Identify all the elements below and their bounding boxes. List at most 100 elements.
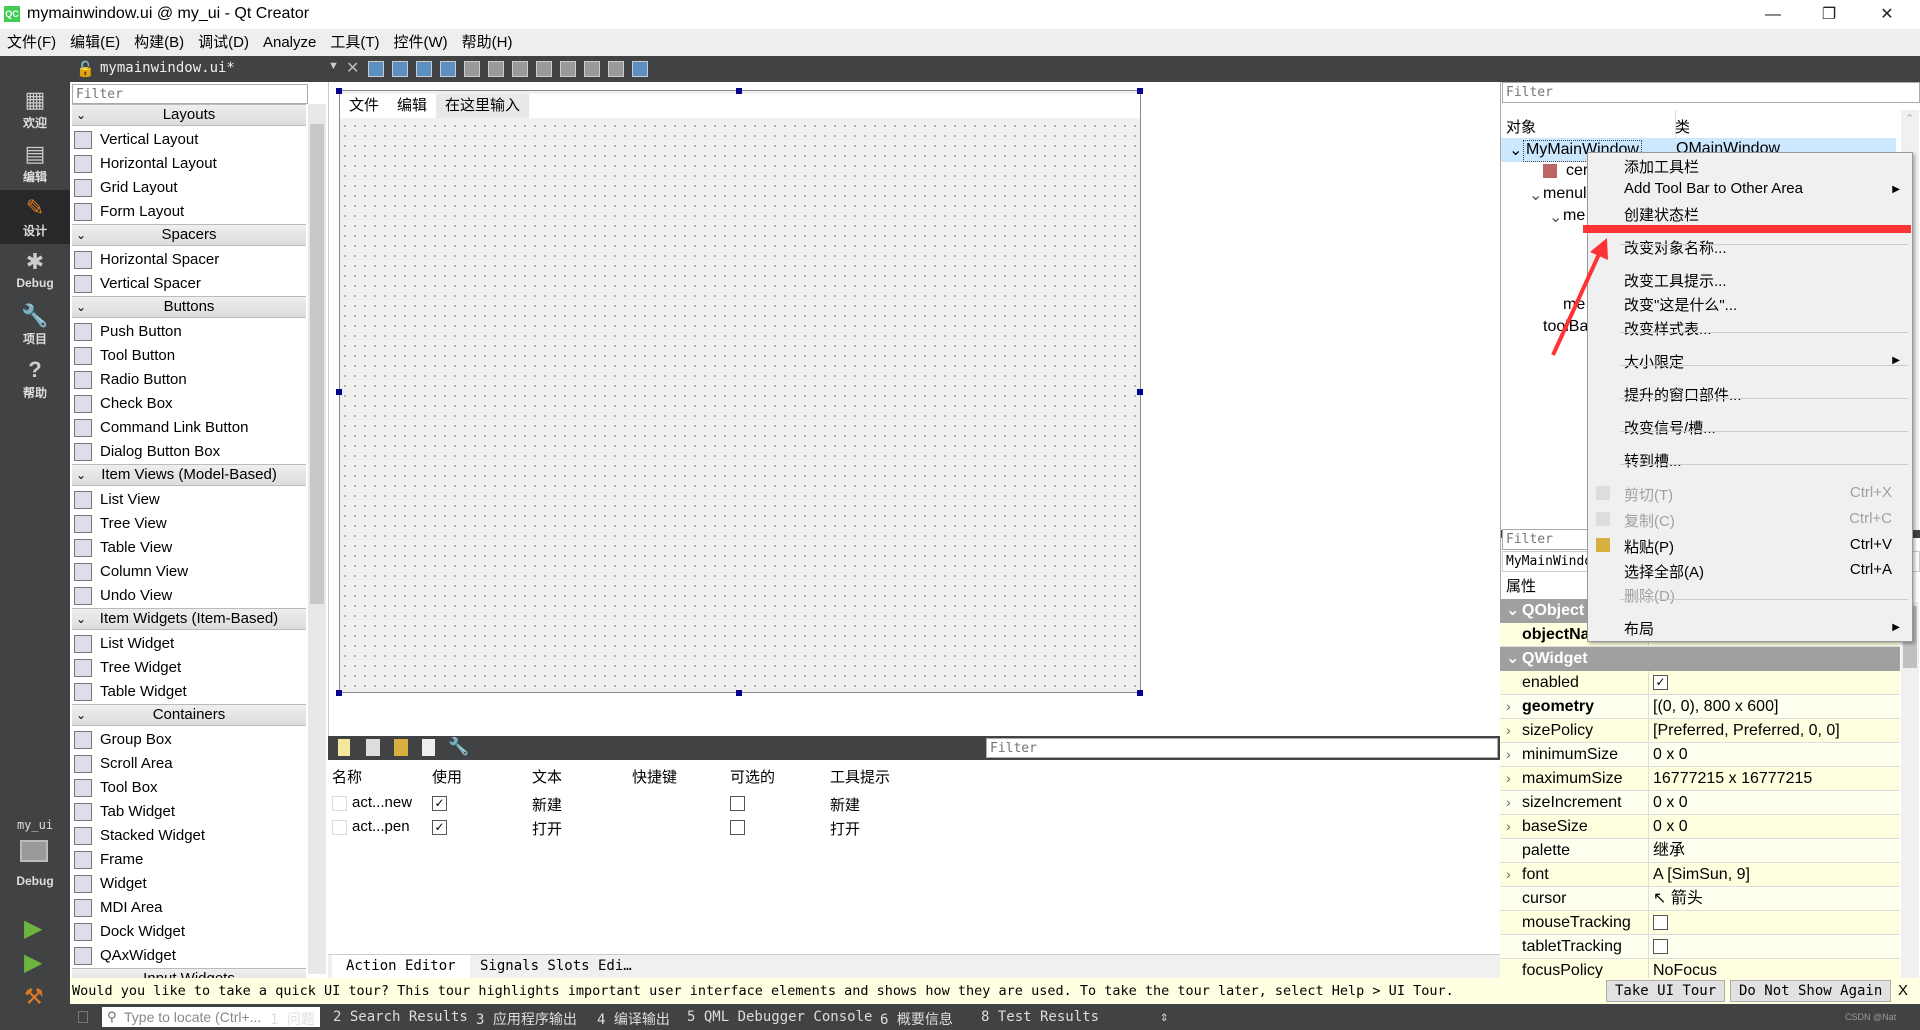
edit-buddies-icon[interactable] bbox=[416, 61, 432, 77]
output-pane-2[interactable]: 3 应用程序输出 bbox=[476, 1009, 577, 1029]
splitter-vertical-icon[interactable] bbox=[536, 61, 552, 77]
property-row[interactable]: › minimumSize 0 x 0 bbox=[1500, 743, 1900, 767]
layout-form-icon[interactable] bbox=[560, 61, 576, 77]
selection-handle[interactable] bbox=[1137, 690, 1143, 696]
property-row[interactable]: mouseTracking bbox=[1500, 911, 1900, 935]
widget-category[interactable]: ⌄ Buttons bbox=[72, 296, 306, 318]
menu-0[interactable]: 文件(F) bbox=[0, 29, 63, 56]
break-layout-icon[interactable] bbox=[608, 61, 624, 77]
menu-2[interactable]: 构建(B) bbox=[127, 29, 191, 56]
edit-widgets-icon[interactable] bbox=[368, 61, 384, 77]
property-row[interactable]: enabled ✓ bbox=[1500, 671, 1900, 695]
action-text[interactable]: 新建 bbox=[532, 794, 562, 815]
tree-chevron-icon[interactable]: ⌄ bbox=[1549, 207, 1562, 227]
output-pane-1[interactable]: 2 Search Results bbox=[333, 1009, 468, 1025]
checkable-checkbox[interactable] bbox=[730, 796, 745, 811]
widget-category[interactable]: ⌄ Spacers bbox=[72, 224, 306, 246]
property-value[interactable]: [Preferred, Preferred, 0, 0] bbox=[1653, 719, 1840, 742]
selection-handle[interactable] bbox=[336, 389, 342, 395]
debug-run-icon[interactable]: ▶ bbox=[24, 948, 42, 977]
widget-item[interactable]: Tool Box bbox=[74, 776, 158, 800]
property-row[interactable]: › font A [SimSun, 9] bbox=[1500, 863, 1900, 887]
widget-item[interactable]: List View bbox=[74, 488, 160, 512]
action-filter-input[interactable] bbox=[986, 738, 1498, 758]
widget-item[interactable]: Check Box bbox=[74, 392, 173, 416]
widget-item[interactable]: Tool Button bbox=[74, 344, 175, 368]
column-header[interactable]: 使用 bbox=[432, 766, 462, 787]
output-pane-6[interactable]: 8 Test Results bbox=[981, 1009, 1099, 1025]
context-menu-item[interactable]: 改变"这是什么"... bbox=[1624, 294, 1737, 315]
close-window-button[interactable]: ✕ bbox=[1864, 2, 1910, 28]
widget-item[interactable]: Dock Widget bbox=[74, 920, 185, 944]
delete-action-icon[interactable] bbox=[422, 739, 435, 756]
property-value[interactable]: 0 x 0 bbox=[1653, 743, 1688, 766]
widget-item[interactable]: Horizontal Layout bbox=[74, 152, 217, 176]
form-menu-type-here[interactable]: 在这里输入 bbox=[436, 94, 530, 118]
menu-3[interactable]: 调试(D) bbox=[191, 29, 256, 56]
property-value[interactable]: [(0, 0), 800 x 600] bbox=[1653, 695, 1778, 718]
splitter-horizontal-icon[interactable] bbox=[512, 61, 528, 77]
kit-project[interactable]: my_ui bbox=[0, 818, 70, 832]
widget-item[interactable]: Group Box bbox=[74, 728, 172, 752]
widget-item[interactable]: Radio Button bbox=[74, 368, 187, 392]
widget-item[interactable]: Table Widget bbox=[74, 680, 187, 704]
chevron-down-icon[interactable]: ▼ bbox=[328, 60, 339, 72]
object-filter-input[interactable] bbox=[1502, 82, 1920, 103]
close-document-icon[interactable]: ✕ bbox=[346, 58, 359, 78]
property-value[interactable]: 0 x 0 bbox=[1653, 791, 1688, 814]
close-tour-button[interactable]: X bbox=[1898, 982, 1908, 999]
restore-button[interactable]: ❐ bbox=[1806, 2, 1852, 28]
build-icon[interactable]: ⚒ bbox=[24, 984, 44, 1010]
widget-item[interactable]: Form Layout bbox=[74, 200, 184, 224]
property-value[interactable]: 16777215 x 16777215 bbox=[1653, 767, 1812, 790]
mode-4[interactable]: 🔧 项目 bbox=[0, 298, 70, 352]
take-ui-tour-button[interactable]: Take UI Tour bbox=[1606, 980, 1726, 1002]
widget-category[interactable]: ⌄ Layouts bbox=[72, 104, 306, 126]
property-row[interactable]: › sizeIncrement 0 x 0 bbox=[1500, 791, 1900, 815]
context-menu-item[interactable]: 转到槽... bbox=[1624, 450, 1682, 471]
menu-1[interactable]: 编辑(E) bbox=[63, 29, 127, 56]
context-menu-item[interactable]: 选择全部(A) bbox=[1624, 561, 1704, 582]
action-tooltip[interactable]: 打开 bbox=[830, 818, 860, 839]
menu-7[interactable]: 帮助(H) bbox=[455, 29, 520, 56]
widget-item[interactable]: Undo View bbox=[74, 584, 172, 608]
property-value[interactable]: 继承 bbox=[1653, 839, 1685, 862]
checkable-checkbox[interactable] bbox=[730, 820, 745, 835]
property-value[interactable]: A [SimSun, 9] bbox=[1653, 863, 1750, 886]
selection-handle[interactable] bbox=[736, 88, 742, 94]
property-group[interactable]: ⌄ QWidget bbox=[1500, 647, 1900, 671]
widget-item[interactable]: Tree Widget bbox=[74, 656, 181, 680]
context-menu-item[interactable]: 改变工具提示... bbox=[1624, 270, 1727, 291]
mode-1[interactable]: ▤ 编辑 bbox=[0, 136, 70, 190]
menu-4[interactable]: Analyze bbox=[256, 29, 323, 56]
chevron-right-icon[interactable]: › bbox=[1506, 815, 1511, 838]
pane-more-icon[interactable]: ⇕ bbox=[1160, 1009, 1168, 1025]
widget-item[interactable]: Widget bbox=[74, 872, 147, 896]
property-checkbox[interactable] bbox=[1653, 915, 1668, 930]
context-menu-item[interactable]: 创建状态栏 bbox=[1624, 204, 1699, 225]
widget-item[interactable]: Vertical Spacer bbox=[74, 272, 201, 296]
widget-filter-input[interactable] bbox=[72, 84, 308, 104]
action-tooltip[interactable]: 新建 bbox=[830, 794, 860, 815]
form-menu-file[interactable]: 文件 bbox=[340, 94, 388, 118]
tab-action-editor[interactable]: Action Editor bbox=[332, 955, 470, 979]
widget-item[interactable]: Table View bbox=[74, 536, 172, 560]
chevron-right-icon[interactable]: › bbox=[1506, 791, 1511, 814]
used-checkbox[interactable]: ✓ bbox=[432, 820, 447, 835]
context-menu-item[interactable]: 大小限定 bbox=[1624, 351, 1684, 372]
column-header[interactable]: 工具提示 bbox=[830, 766, 890, 787]
output-pane-5[interactable]: 6 概要信息 bbox=[880, 1009, 953, 1029]
selection-handle[interactable] bbox=[1137, 88, 1143, 94]
wrench-icon[interactable]: 🔧 bbox=[448, 737, 469, 757]
tab-signals-slots-editor[interactable]: Signals Slots Edi… bbox=[480, 958, 632, 974]
widget-item[interactable]: Tab Widget bbox=[74, 800, 175, 824]
selection-handle[interactable] bbox=[336, 690, 342, 696]
column-header[interactable]: 快捷键 bbox=[632, 766, 677, 787]
column-header[interactable]: 名称 bbox=[332, 766, 362, 787]
context-menu-item[interactable]: Add Tool Bar to Other Area bbox=[1624, 180, 1803, 197]
minimize-button[interactable]: — bbox=[1750, 2, 1796, 28]
layout-grid-icon[interactable] bbox=[584, 61, 600, 77]
menu-6[interactable]: 控件(W) bbox=[387, 29, 455, 56]
property-row[interactable]: › baseSize 0 x 0 bbox=[1500, 815, 1900, 839]
tree-chevron-icon[interactable]: ⌄ bbox=[1509, 140, 1522, 160]
